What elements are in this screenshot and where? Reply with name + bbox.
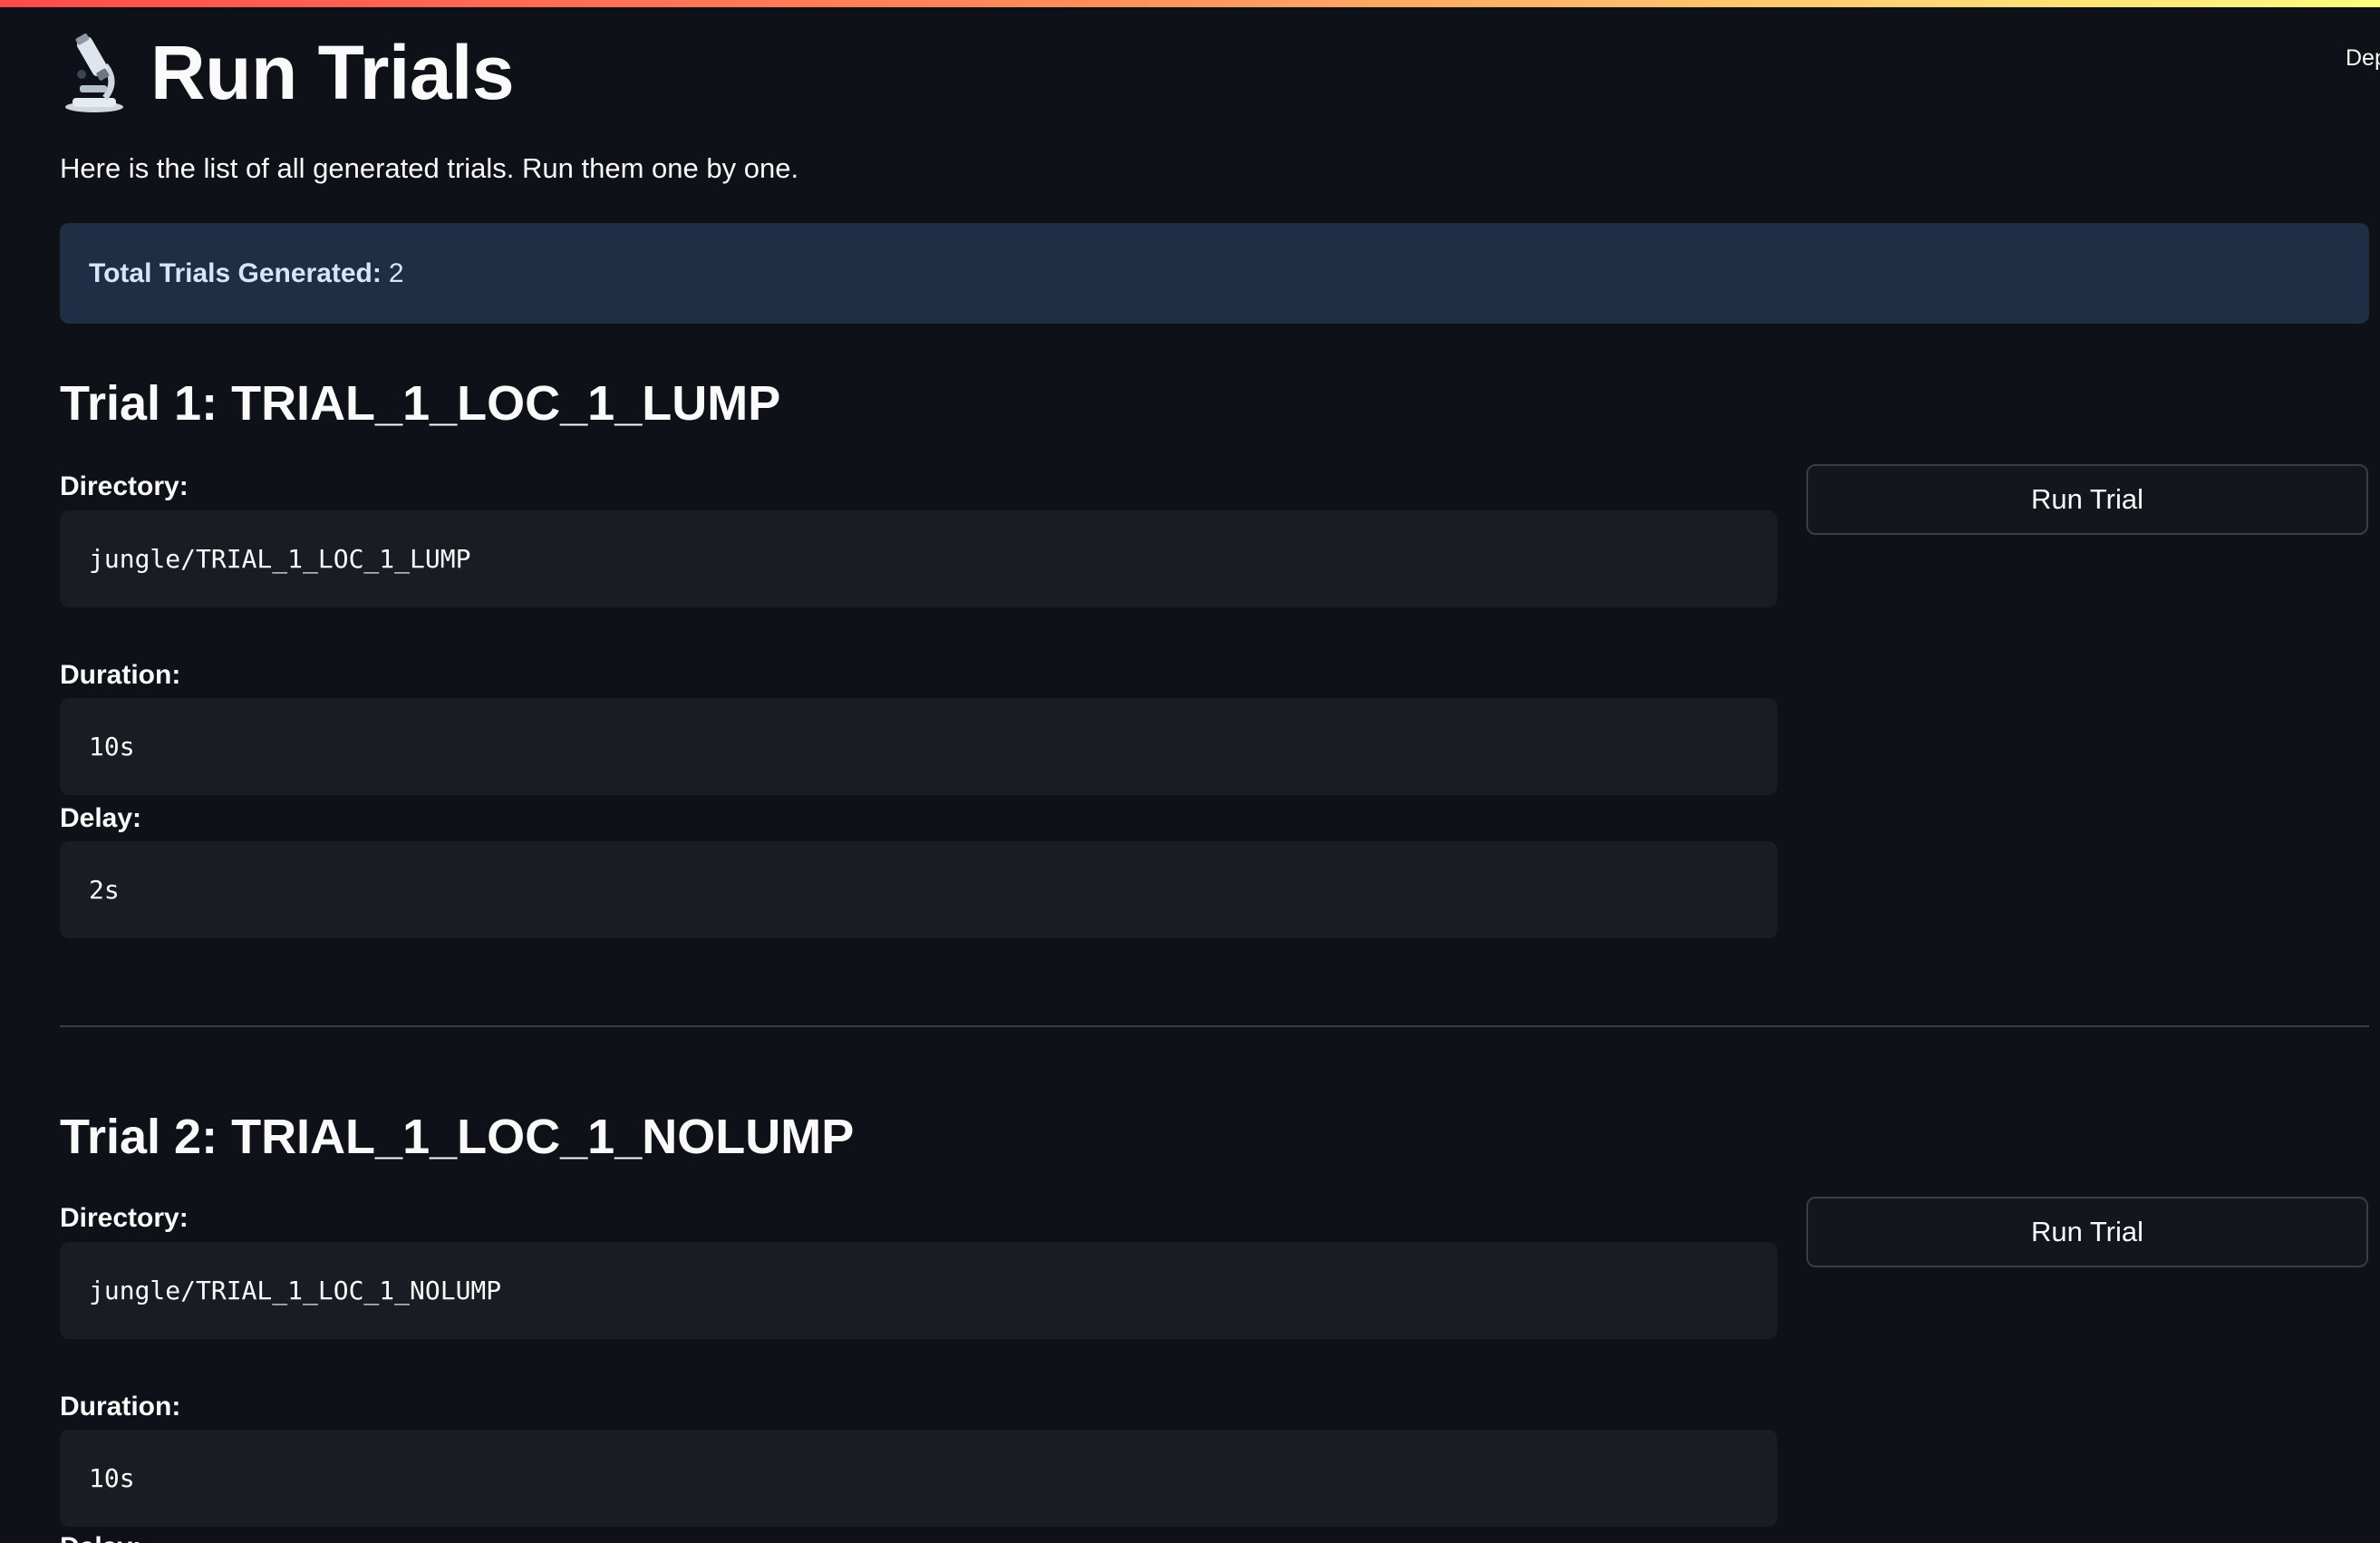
directory-label: Directory:	[60, 471, 189, 501]
directory-value: jungle/TRIAL_1_LOC_1_NOLUMP	[89, 1276, 502, 1305]
duration-label: Duration:	[60, 1392, 181, 1422]
trial-title: Trial 2: TRIAL_1_LOC_1_NOLUMP	[60, 1110, 855, 1164]
microscope-icon	[60, 31, 129, 114]
deploy-button[interactable]: Deploy	[2346, 45, 2380, 72]
trials-count-label: Total Trials Generated:	[89, 257, 382, 288]
trial-title: Trial 1: TRIAL_1_LOC_1_LUMP	[60, 376, 781, 431]
delay-value: 2s	[89, 875, 120, 905]
page-title: Run Trials	[150, 30, 515, 115]
run-trial-button[interactable]: Run Trial	[1806, 1197, 2368, 1267]
directory-value: jungle/TRIAL_1_LOC_1_LUMP	[89, 544, 471, 574]
directory-code-block: jungle/TRIAL_1_LOC_1_LUMP	[60, 510, 1777, 607]
trials-count-value: 2	[388, 257, 404, 288]
duration-code-block: 10s	[60, 1430, 1777, 1527]
delay-label: Delay:	[60, 1532, 141, 1543]
divider	[60, 1025, 2369, 1027]
duration-value: 10s	[89, 1463, 135, 1493]
duration-label: Duration:	[60, 660, 181, 690]
duration-code-block: 10s	[60, 698, 1777, 795]
trials-count-info: Total Trials Generated: 2	[60, 223, 2369, 324]
delay-label: Delay:	[60, 803, 142, 833]
duration-value: 10s	[89, 732, 135, 762]
directory-code-block: jungle/TRIAL_1_LOC_1_NOLUMP	[60, 1242, 1777, 1339]
delay-code-block: 2s	[60, 841, 1777, 938]
page-description: Here is the list of all generated trials…	[60, 152, 799, 184]
app-header-decoration	[0, 0, 2380, 7]
run-trial-button[interactable]: Run Trial	[1806, 464, 2368, 535]
page-header: Run Trials	[60, 25, 515, 120]
directory-label: Directory:	[60, 1203, 189, 1233]
